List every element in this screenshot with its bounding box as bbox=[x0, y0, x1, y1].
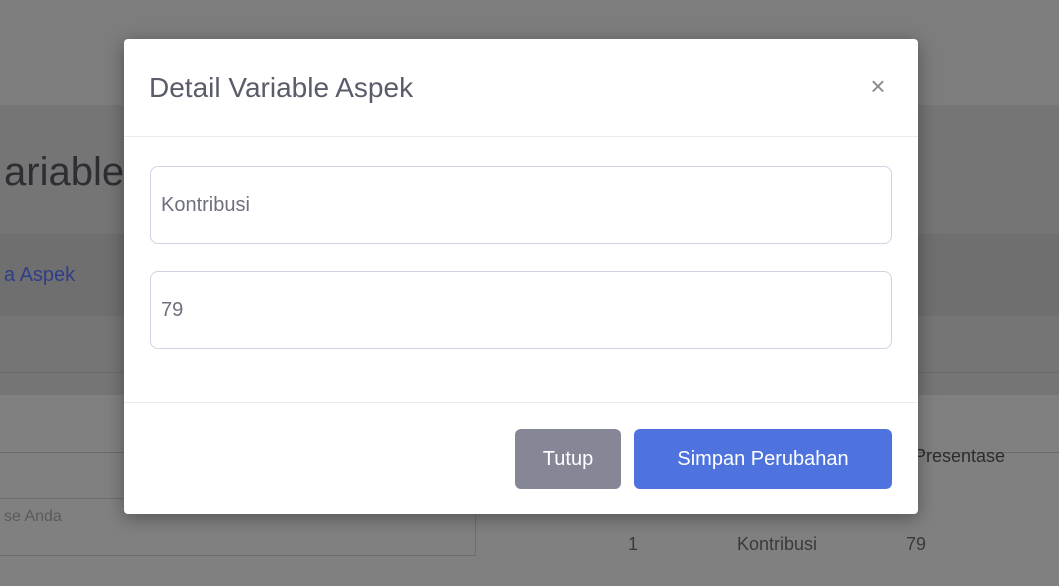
modal-footer: Tutup Simpan Perubahan bbox=[124, 402, 918, 514]
table-cell-name: Kontribusi bbox=[737, 534, 818, 554]
modal-header: Detail Variable Aspek × bbox=[124, 39, 918, 137]
table-header-presentase: Presentase bbox=[914, 446, 1006, 466]
close-icon[interactable]: × bbox=[864, 73, 892, 101]
table-cell-number: 1 bbox=[628, 534, 639, 554]
table-cell-value: 79 bbox=[906, 534, 927, 554]
page-title: ariable bbox=[4, 150, 125, 194]
percentage-input[interactable] bbox=[150, 271, 892, 349]
modal-body bbox=[124, 137, 918, 402]
search-label: se Anda bbox=[4, 508, 62, 525]
aspect-name-input[interactable] bbox=[150, 166, 892, 244]
close-button[interactable]: Tutup bbox=[515, 429, 621, 489]
add-aspect-link[interactable]: a Aspek bbox=[4, 264, 75, 287]
save-changes-button[interactable]: Simpan Perubahan bbox=[634, 429, 892, 489]
detail-modal: Detail Variable Aspek × Tutup Simpan Per… bbox=[124, 39, 918, 514]
modal-title: Detail Variable Aspek bbox=[149, 72, 414, 103]
